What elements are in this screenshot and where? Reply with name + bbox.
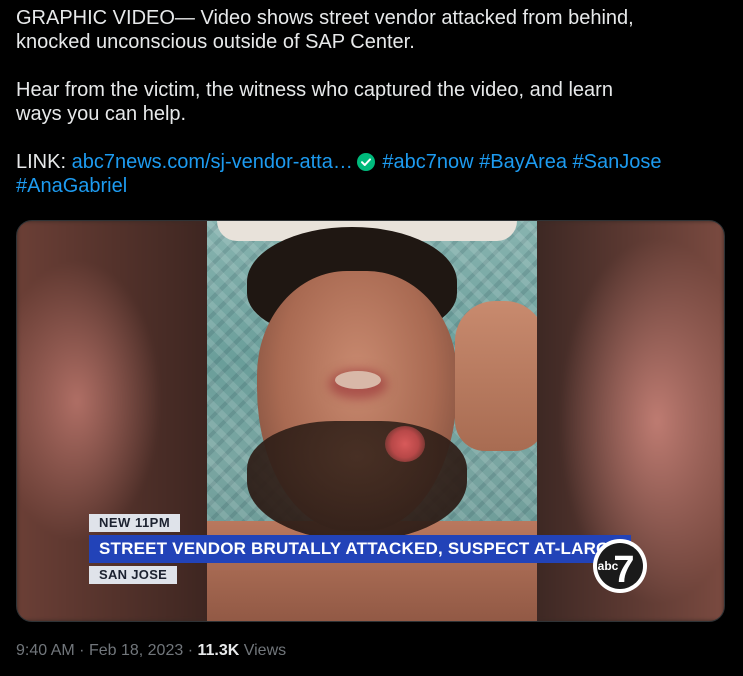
tweet-date[interactable]: Feb 18, 2023 bbox=[89, 642, 183, 659]
news-location: SAN JOSE bbox=[89, 566, 178, 584]
video-media[interactable]: NEW 11PM STREET VENDOR BRUTALLY ATTACKED… bbox=[16, 220, 725, 622]
tweet-meta: 9:40 AM · Feb 18, 2023 · 11.3K Views bbox=[16, 642, 286, 660]
hashtag-sanjose[interactable]: #SanJose bbox=[573, 151, 662, 173]
check-circle-icon bbox=[356, 153, 375, 171]
article-link[interactable]: abc7news.com/sj-vendor-atta… bbox=[72, 151, 353, 173]
tweet: GRAPHIC VIDEO— Video shows street vendor… bbox=[0, 0, 743, 676]
news-tag: NEW 11PM bbox=[89, 514, 181, 532]
abc7-logo: 7 abc bbox=[593, 539, 647, 593]
tweet-line-2: knocked unconscious outside of SAP Cente… bbox=[16, 31, 415, 53]
hashtag-abc7now[interactable]: #abc7now bbox=[382, 151, 473, 173]
tweet-time[interactable]: 9:40 AM bbox=[16, 642, 75, 659]
news-lower-third: NEW 11PM STREET VENDOR BRUTALLY ATTACKED… bbox=[17, 221, 724, 621]
hashtag-anagabriel[interactable]: #AnaGabriel bbox=[16, 175, 127, 197]
tweet-line-3: Hear from the victim, the witness who ca… bbox=[16, 79, 613, 101]
separator: · bbox=[187, 642, 194, 659]
hashtag-bayarea[interactable]: #BayArea bbox=[479, 151, 567, 173]
tweet-link-line: LINK: abc7news.com/sj-vendor-atta… #abc7… bbox=[16, 150, 728, 198]
views-count: 11.3K bbox=[197, 642, 240, 659]
tweet-line-4: ways you can help. bbox=[16, 103, 187, 125]
link-label: LINK: bbox=[16, 151, 67, 173]
news-headline: STREET VENDOR BRUTALLY ATTACKED, SUSPECT… bbox=[89, 535, 632, 563]
views-label: Views bbox=[243, 642, 287, 659]
logo-text: abc bbox=[598, 559, 619, 573]
separator: · bbox=[79, 642, 85, 659]
tweet-line-1: GRAPHIC VIDEO— Video shows street vendor… bbox=[16, 7, 634, 29]
tweet-text: GRAPHIC VIDEO— Video shows street vendor… bbox=[16, 6, 728, 198]
